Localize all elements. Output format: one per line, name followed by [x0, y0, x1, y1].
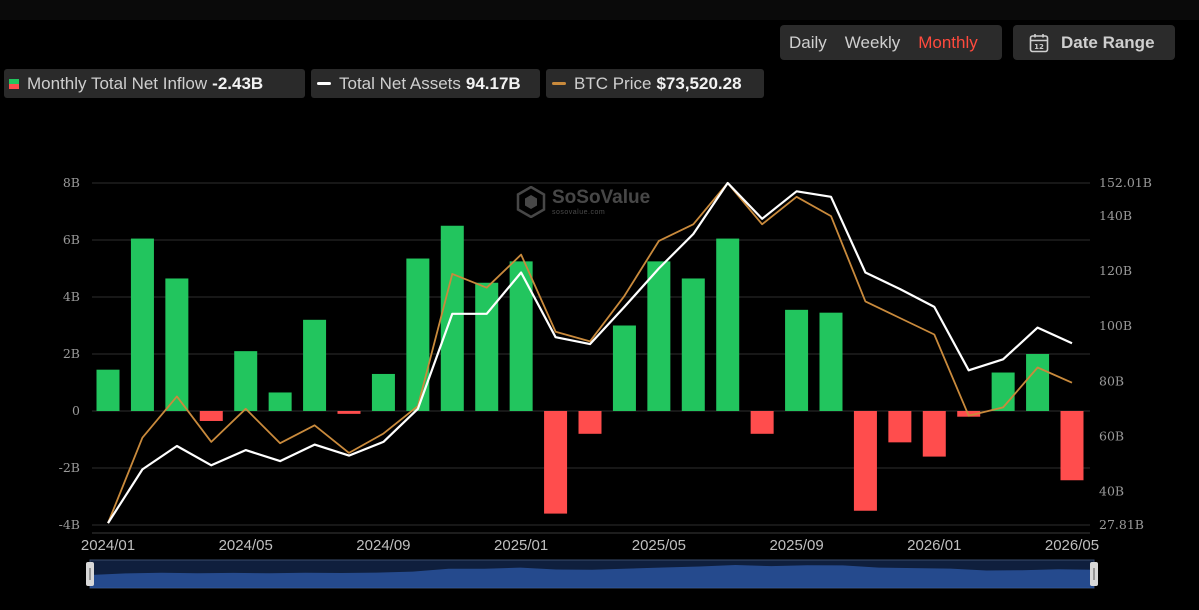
left-tick-label: 6B [63, 232, 80, 247]
inflow-bar[interactable] [1060, 411, 1084, 481]
left-tick-label: -4B [59, 517, 80, 532]
inflow-bar[interactable] [130, 238, 154, 411]
sosovalue-logo-icon [516, 186, 546, 218]
inflow-bar[interactable] [96, 369, 120, 411]
inflow-bar[interactable] [371, 373, 395, 411]
left-tick-label: 0 [72, 403, 80, 418]
inflow-bar[interactable] [888, 411, 912, 443]
right-tick-label: 100B [1099, 318, 1132, 333]
right-tick-label: 120B [1099, 263, 1132, 278]
inflow-bar[interactable] [647, 261, 671, 411]
inflow-bar[interactable] [234, 351, 258, 411]
inflow-bar[interactable] [303, 319, 327, 411]
x-tick-label: 2024/09 [356, 537, 410, 554]
range-slider[interactable] [86, 559, 1098, 589]
inflow-bar[interactable] [1026, 354, 1050, 411]
watermark-brand: SoSoValue [552, 186, 651, 208]
inflow-bar[interactable] [612, 325, 636, 412]
chart-canvas: 8B 6B 4B 2B 0 -2B -4B 152.01B 140B 120B 100B 80B 60B… [59, 175, 1152, 589]
x-tick-label: 2024/01 [81, 537, 135, 554]
inflow-bar[interactable] [544, 411, 568, 514]
x-tick-label: 2026/05 [1045, 537, 1099, 554]
inflow-bar[interactable] [681, 278, 705, 411]
inflow-bars [96, 225, 1084, 514]
inflow-bar[interactable] [750, 411, 774, 434]
inflow-bar[interactable] [716, 238, 740, 411]
inflow-bar[interactable] [440, 225, 464, 411]
inflow-bar[interactable] [268, 392, 292, 411]
x-tick-label: 2025/05 [632, 537, 686, 554]
inflow-bar[interactable] [819, 312, 843, 411]
x-tick-label: 2026/01 [907, 537, 961, 554]
right-tick-label: 40B [1099, 483, 1124, 498]
inflow-bar[interactable] [785, 309, 809, 411]
left-tick-label: -2B [59, 460, 80, 475]
inflow-bar[interactable] [199, 411, 223, 421]
inflow-bar[interactable] [853, 411, 877, 511]
left-tick-label: 2B [63, 346, 80, 361]
inflow-bar[interactable] [991, 372, 1015, 411]
watermark-url: sosovalue.com [552, 208, 606, 216]
inflow-bar[interactable] [578, 411, 602, 434]
right-tick-label: 140B [1099, 208, 1132, 223]
right-tick-label: 60B [1099, 428, 1124, 443]
watermark: SoSoValue sosovalue.com [516, 186, 650, 218]
x-tick-label: 2024/05 [219, 537, 273, 554]
inflow-bar[interactable] [922, 411, 946, 457]
x-tick-label: 2025/09 [769, 537, 823, 554]
right-tick-label: 152.01B [1099, 175, 1152, 190]
x-tick-label: 2025/01 [494, 537, 548, 554]
inflow-bar[interactable] [165, 278, 189, 411]
left-tick-label: 8B [63, 175, 80, 190]
inflow-bar[interactable] [475, 282, 499, 411]
right-tick-label: 80B [1099, 373, 1124, 388]
right-tick-label: 27.81B [1099, 517, 1144, 532]
left-tick-label: 4B [63, 289, 80, 304]
inflow-bar[interactable] [337, 411, 361, 414]
